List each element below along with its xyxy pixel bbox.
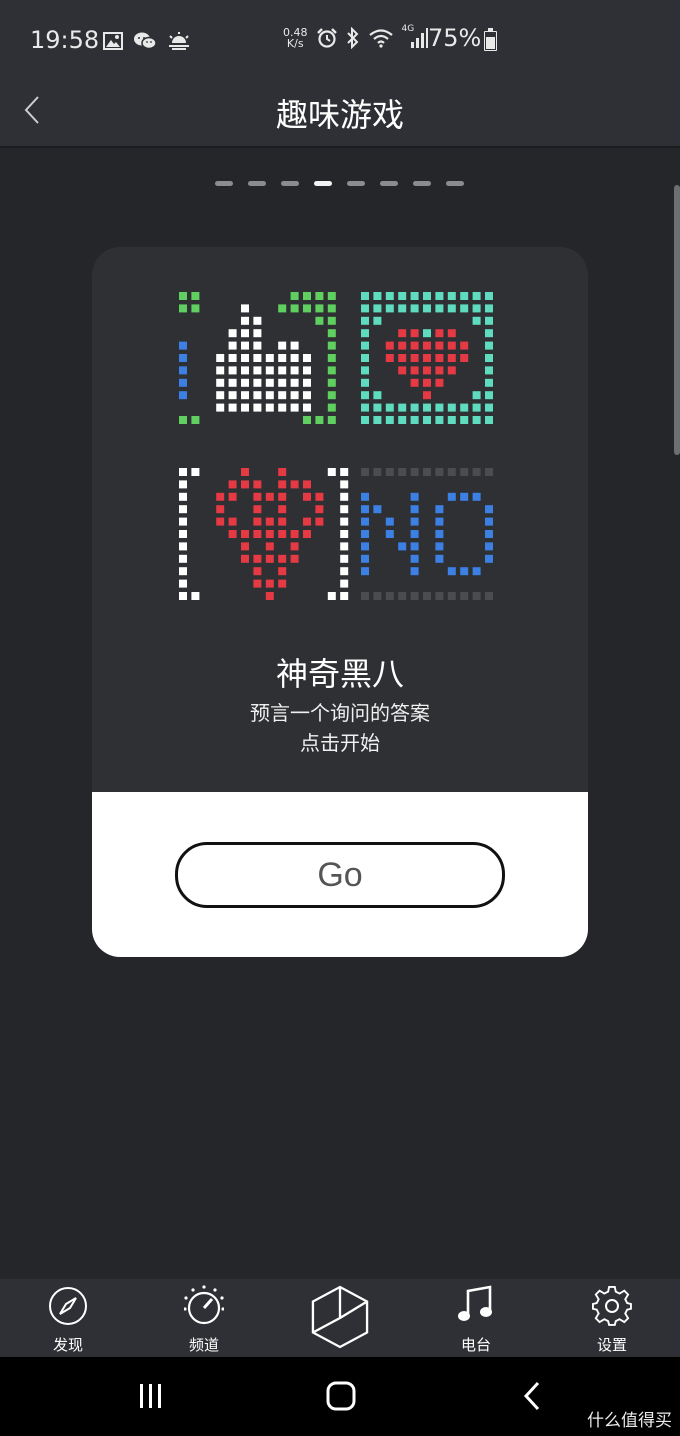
status-bar: 19:58 0.48 K/s 4G 75%	[0, 0, 680, 80]
nav-item-radio[interactable]: 电台	[426, 1279, 526, 1357]
nav-item-discover[interactable]: 发现	[18, 1279, 118, 1357]
nav-label-discover: 发现	[52, 1336, 83, 1354]
thumbs-up-pixel-icon	[179, 292, 336, 424]
home-icon[interactable]	[326, 1381, 356, 1411]
pager-dot[interactable]	[215, 181, 233, 186]
page-title: 趣味游戏	[275, 96, 404, 134]
nav-item-settings[interactable]: 设置	[562, 1279, 662, 1357]
system-nav-bar	[0, 1357, 680, 1436]
scroll-indicator[interactable]	[674, 185, 680, 455]
battery-percent: 75%	[428, 24, 482, 52]
alarm-icon	[316, 28, 337, 48]
go-button[interactable]: Go	[175, 842, 505, 908]
pager-dot[interactable]	[380, 181, 398, 186]
back-icon[interactable]	[522, 1381, 542, 1411]
pager-dot[interactable]	[248, 181, 266, 186]
dial-icon	[184, 1285, 224, 1325]
music-note-icon	[458, 1285, 492, 1321]
nav-item-center[interactable]	[290, 1279, 390, 1357]
network-speed-unit: K/s	[286, 37, 304, 50]
network-speed: 0.48 K/s	[283, 27, 308, 49]
carousel-pager	[215, 181, 464, 186]
compass-icon	[49, 1287, 87, 1325]
wechat-icon	[134, 32, 157, 50]
bluetooth-icon	[346, 27, 358, 49]
status-notification-icons	[103, 30, 191, 52]
pager-dot[interactable]	[446, 181, 464, 186]
card-action-area: Go	[92, 792, 588, 957]
game-title: 神奇黑八	[275, 655, 404, 693]
bottom-nav: 发现 频道 电台 设置	[0, 1279, 680, 1357]
status-time: 19:58	[30, 26, 100, 54]
recents-icon[interactable]	[136, 1383, 166, 1409]
app-header: 趣味游戏	[0, 80, 680, 148]
wifi-icon	[368, 29, 393, 48]
signal-icon: 4G	[402, 24, 428, 50]
nav-item-channel[interactable]: 频道	[154, 1279, 254, 1357]
watermark: 什么值得买	[587, 1411, 672, 1431]
image-icon	[103, 32, 123, 50]
game-card[interactable]: 神奇黑八 预言一个询问的答案 点击开始 Go	[92, 247, 588, 957]
game-action-hint: 点击开始	[300, 731, 380, 755]
no-pixel-text	[361, 468, 493, 600]
heart-pixel-icon	[361, 292, 493, 424]
nav-label-channel: 频道	[188, 1336, 219, 1354]
game-description: 预言一个询问的答案	[250, 701, 430, 725]
status-system-icons: 0.48 K/s 4G	[283, 24, 428, 50]
nav-label-settings: 设置	[596, 1336, 627, 1354]
gear-icon	[592, 1285, 632, 1326]
pager-dot[interactable]	[281, 181, 299, 186]
battery-icon	[484, 28, 497, 51]
pager-dot[interactable]	[314, 181, 332, 186]
pager-dot[interactable]	[347, 181, 365, 186]
nav-label-radio: 电台	[460, 1336, 491, 1354]
cube-icon	[311, 1285, 369, 1349]
pager-dot[interactable]	[413, 181, 431, 186]
weather-icon	[169, 32, 189, 50]
heart-bow-pixel-icon	[179, 468, 349, 600]
